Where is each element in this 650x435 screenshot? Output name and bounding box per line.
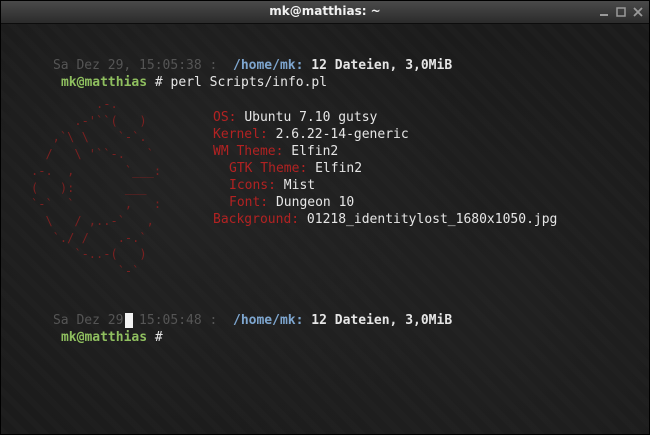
window-title: mk@matthias: ~ <box>269 4 381 18</box>
info-row-gtk-theme: GTK Theme: Elfin2 <box>229 160 362 177</box>
info-label: OS: <box>213 110 237 125</box>
info-value: Ubuntu 7.10 gutsy <box>244 110 378 125</box>
close-icon[interactable] <box>632 6 644 18</box>
info-value: 2.6.22-14-generic <box>275 127 409 142</box>
info-label: Kernel: <box>213 127 268 142</box>
maximize-icon[interactable] <box>615 6 627 18</box>
prompt-user: mk@matthias <box>60 75 148 90</box>
prompt-path: /home/mk: <box>233 313 304 328</box>
info-row-font: Font: Dungeon 10 <box>229 194 354 211</box>
info-row-os: OS: Ubuntu 7.10 gutsy <box>213 109 377 126</box>
prompt-file-summary: 12 Dateien, 3,0MiB <box>311 313 453 328</box>
info-value: Elfin2 <box>315 161 363 176</box>
info-row-icons: Icons: Mist <box>229 177 315 194</box>
terminal-output[interactable]: Sa Dez 29, 15:05:38 : /home/mk: 12 Datei… <box>1 24 649 434</box>
info-label: Font: <box>229 195 269 210</box>
prompt-user: mk@matthias <box>60 330 148 345</box>
prompt-file-summary: 12 Dateien, 3,0MiB <box>311 58 453 73</box>
terminal-window: mk@matthias: ~ Sa Dez 29, 15:05:38 : /ho… <box>0 0 650 435</box>
info-label: GTK Theme: <box>229 161 308 176</box>
prompt-symbol: # <box>154 330 163 345</box>
info-value: Elfin2 <box>291 144 339 159</box>
info-row-background: Background: 01218_identitylost_1680x1050… <box>213 211 557 228</box>
command-line-2[interactable]: mk@matthias # <box>14 312 163 363</box>
info-value: Mist <box>283 178 316 193</box>
info-label: Icons: <box>229 178 276 193</box>
ubuntu-ascii-logo: .-. .-'``( ) ,`\ \ `-`. / \ '``-. ` .-. … <box>31 97 162 279</box>
info-label: Background: <box>213 212 300 227</box>
info-row-kernel: Kernel: 2.6.22-14-generic <box>213 126 409 143</box>
info-label: WM Theme: <box>213 144 284 159</box>
command-text: perl Scripts/info.pl <box>170 75 328 90</box>
info-value: Dungeon 10 <box>275 195 355 210</box>
minimize-icon[interactable] <box>598 6 610 18</box>
text-cursor <box>125 313 133 328</box>
info-row-wm-theme: WM Theme: Elfin2 <box>213 143 338 160</box>
prompt-symbol: # <box>154 75 163 90</box>
info-value: 01218_identitylost_1680x1050.jpg <box>306 212 558 227</box>
title-bar[interactable]: mk@matthias: ~ <box>1 1 649 24</box>
